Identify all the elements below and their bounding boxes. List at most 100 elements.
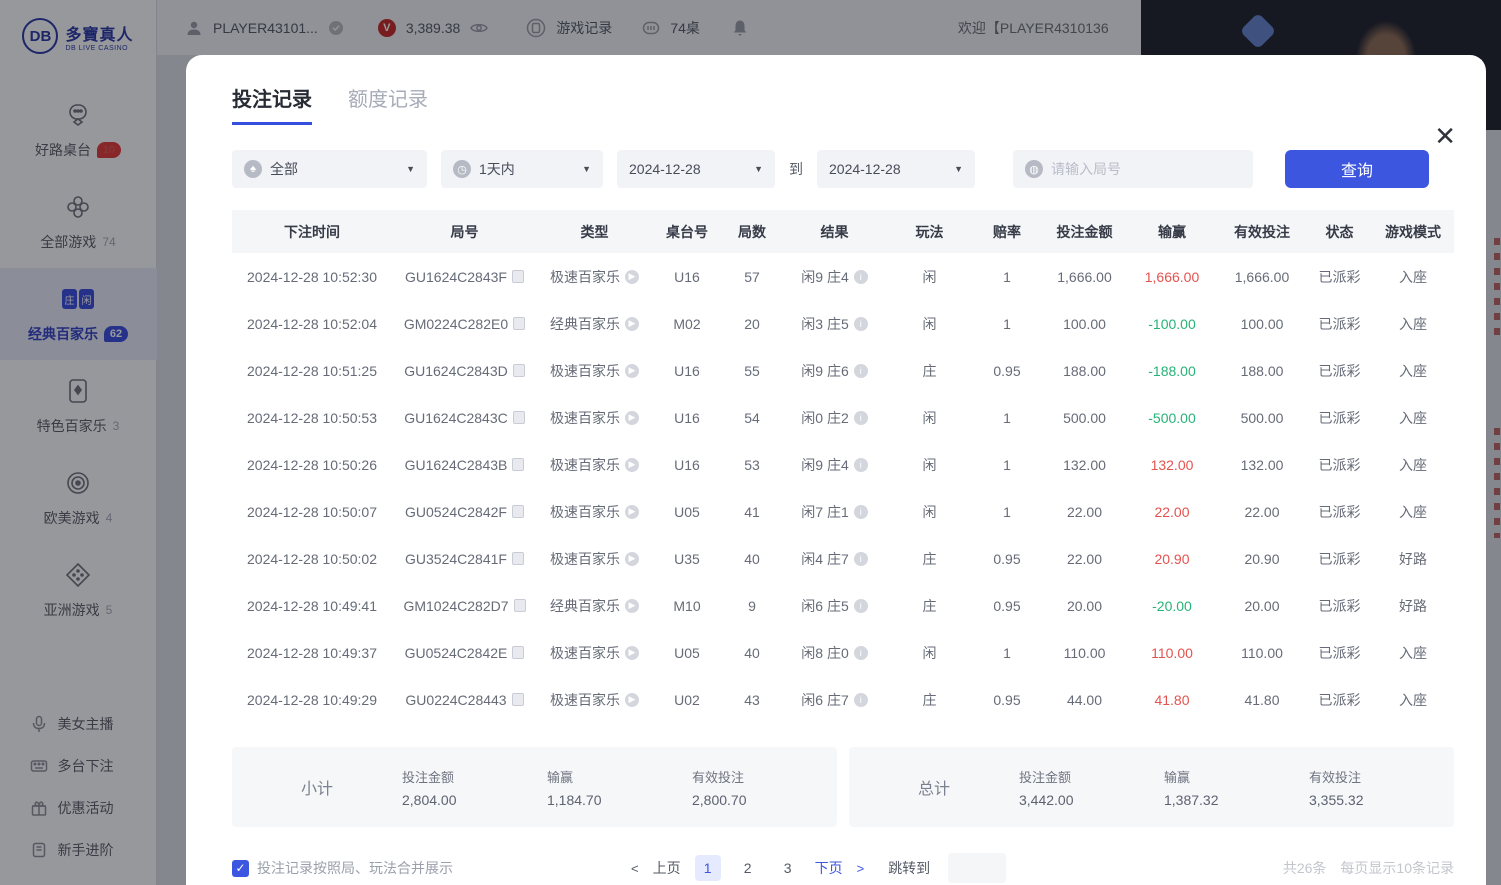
cell-game-count: 41 <box>722 488 782 535</box>
cell-bet-amount: 22.00 <box>1042 535 1127 582</box>
total-bet: 投注金额 3,442.00 <box>1019 767 1164 808</box>
cell-game-count: 57 <box>722 253 782 300</box>
tab-bet-records[interactable]: 投注记录 <box>232 83 312 125</box>
cell-bet-time: 2024-12-28 10:51:25 <box>232 347 392 394</box>
cell-play-type: 庄 <box>887 676 972 723</box>
cell-play-type: 闲 <box>887 394 972 441</box>
info-icon[interactable]: i <box>854 317 868 331</box>
info-icon[interactable]: i <box>854 270 868 284</box>
cell-valid-bet: 20.90 <box>1217 535 1307 582</box>
copy-icon[interactable] <box>512 693 524 706</box>
page-button-2[interactable]: 2 <box>735 855 761 881</box>
cell-winloss: -500.00 <box>1127 394 1217 441</box>
info-icon[interactable]: i <box>854 552 868 566</box>
copy-icon[interactable] <box>513 364 525 377</box>
record-count-info: 共26条 每页显示10条记录 <box>1283 858 1454 878</box>
col-header-bet: 投注金额 <box>1042 210 1127 253</box>
subtotal-bet-label: 投注金额 <box>402 767 547 786</box>
cell-table-no: U35 <box>652 535 722 582</box>
play-icon[interactable]: ▶ <box>625 270 639 284</box>
play-icon[interactable]: ▶ <box>625 411 639 425</box>
info-icon[interactable]: i <box>854 599 868 613</box>
cell-winloss: 41.80 <box>1127 676 1217 723</box>
play-icon[interactable]: ▶ <box>625 458 639 472</box>
jump-to-input[interactable] <box>948 853 1006 883</box>
page-size-text: 每页显示10条记录 <box>1340 858 1454 878</box>
cell-odds: 0.95 <box>972 535 1042 582</box>
copy-icon[interactable] <box>512 646 524 659</box>
cell-bet-amount: 132.00 <box>1042 441 1127 488</box>
cell-game-count: 20 <box>722 300 782 347</box>
records-table: 下注时间 局号 类型 桌台号 局数 结果 玩法 赔率 投注金额 输赢 有效投注 … <box>186 188 1486 723</box>
copy-icon[interactable] <box>513 411 525 424</box>
play-icon[interactable]: ▶ <box>625 317 639 331</box>
cell-game-type: 极速百家乐▶ <box>537 629 652 676</box>
cell-status: 已派彩 <box>1307 582 1372 629</box>
cell-status: 已派彩 <box>1307 300 1372 347</box>
round-id-input[interactable] <box>1051 161 1241 177</box>
total-valid: 有效投注 3,355.32 <box>1309 767 1454 808</box>
game-type-select[interactable]: ♠ 全部 ▼ <box>232 150 427 188</box>
cell-result: 闲9 庄4i <box>782 441 887 488</box>
play-icon[interactable]: ▶ <box>625 552 639 566</box>
info-icon[interactable]: i <box>854 505 868 519</box>
round-id-search[interactable]: ◍ <box>1013 150 1253 188</box>
cell-table-no: U16 <box>652 394 722 441</box>
prev-page-button[interactable]: 上页 <box>653 858 681 878</box>
time-range-select[interactable]: ◷ 1天内 ▼ <box>441 150 603 188</box>
next-arrow-icon[interactable]: > <box>857 861 865 876</box>
close-icon[interactable]: ✕ <box>1434 123 1456 149</box>
date-from-picker[interactable]: 2024-12-28 ▼ <box>617 150 775 188</box>
play-icon[interactable]: ▶ <box>625 364 639 378</box>
copy-icon[interactable] <box>512 552 524 565</box>
play-icon[interactable]: ▶ <box>625 599 639 613</box>
cell-odds: 1 <box>972 441 1042 488</box>
cell-game-type: 极速百家乐▶ <box>537 535 652 582</box>
cell-result: 闲9 庄4i <box>782 253 887 300</box>
cell-result: 闲8 庄0i <box>782 629 887 676</box>
info-icon[interactable]: i <box>854 693 868 707</box>
table-row: 2024-12-28 10:49:37 GU0524C2842E 极速百家乐▶ … <box>232 629 1454 676</box>
play-icon[interactable]: ▶ <box>625 646 639 660</box>
cell-winloss: -188.00 <box>1127 347 1217 394</box>
copy-icon[interactable] <box>514 599 526 612</box>
date-to-picker[interactable]: 2024-12-28 ▼ <box>817 150 975 188</box>
play-icon[interactable]: ▶ <box>625 693 639 707</box>
info-icon[interactable]: i <box>854 364 868 378</box>
page-button-1[interactable]: 1 <box>695 855 721 881</box>
total-valid-label: 有效投注 <box>1309 767 1454 786</box>
cell-valid-bet: 100.00 <box>1217 300 1307 347</box>
cell-bet-amount: 1,666.00 <box>1042 253 1127 300</box>
modal-footer: ✓ 投注记录按照局、玩法合并展示 < 上页 1 2 3 下页 > 跳转到 共26… <box>186 827 1486 883</box>
table-row: 2024-12-28 10:50:53 GU1624C2843C 极速百家乐▶ … <box>232 394 1454 441</box>
chevron-down-icon: ▼ <box>954 164 963 174</box>
cell-winloss: 110.00 <box>1127 629 1217 676</box>
next-page-button[interactable]: 下页 <box>815 858 843 878</box>
copy-icon[interactable] <box>512 505 524 518</box>
cell-round-id: GU0524C2842F <box>392 488 537 535</box>
cell-game-mode: 入座 <box>1372 441 1454 488</box>
total-winloss: 输赢 1,387.32 <box>1164 767 1309 808</box>
cell-game-count: 40 <box>722 629 782 676</box>
cell-game-count: 9 <box>722 582 782 629</box>
cell-play-type: 庄 <box>887 582 972 629</box>
cell-odds: 1 <box>972 300 1042 347</box>
cell-bet-time: 2024-12-28 10:50:02 <box>232 535 392 582</box>
query-button[interactable]: 查询 <box>1285 150 1429 188</box>
play-icon[interactable]: ▶ <box>625 505 639 519</box>
info-icon[interactable]: i <box>854 646 868 660</box>
merge-checkbox[interactable]: ✓ <box>232 860 249 877</box>
tab-credit-records[interactable]: 额度记录 <box>348 83 428 125</box>
cell-game-mode: 入座 <box>1372 629 1454 676</box>
copy-icon[interactable] <box>513 317 525 330</box>
info-icon[interactable]: i <box>854 458 868 472</box>
chevron-down-icon: ▼ <box>582 164 591 174</box>
cell-play-type: 庄 <box>887 347 972 394</box>
cell-result: 闲4 庄7i <box>782 535 887 582</box>
page-button-3[interactable]: 3 <box>775 855 801 881</box>
info-icon[interactable]: i <box>854 411 868 425</box>
records-table-body: 2024-12-28 10:52:30 GU1624C2843F 极速百家乐▶ … <box>232 253 1454 723</box>
copy-icon[interactable] <box>512 458 524 471</box>
copy-icon[interactable] <box>512 270 524 283</box>
prev-arrow-icon[interactable]: < <box>631 861 639 876</box>
